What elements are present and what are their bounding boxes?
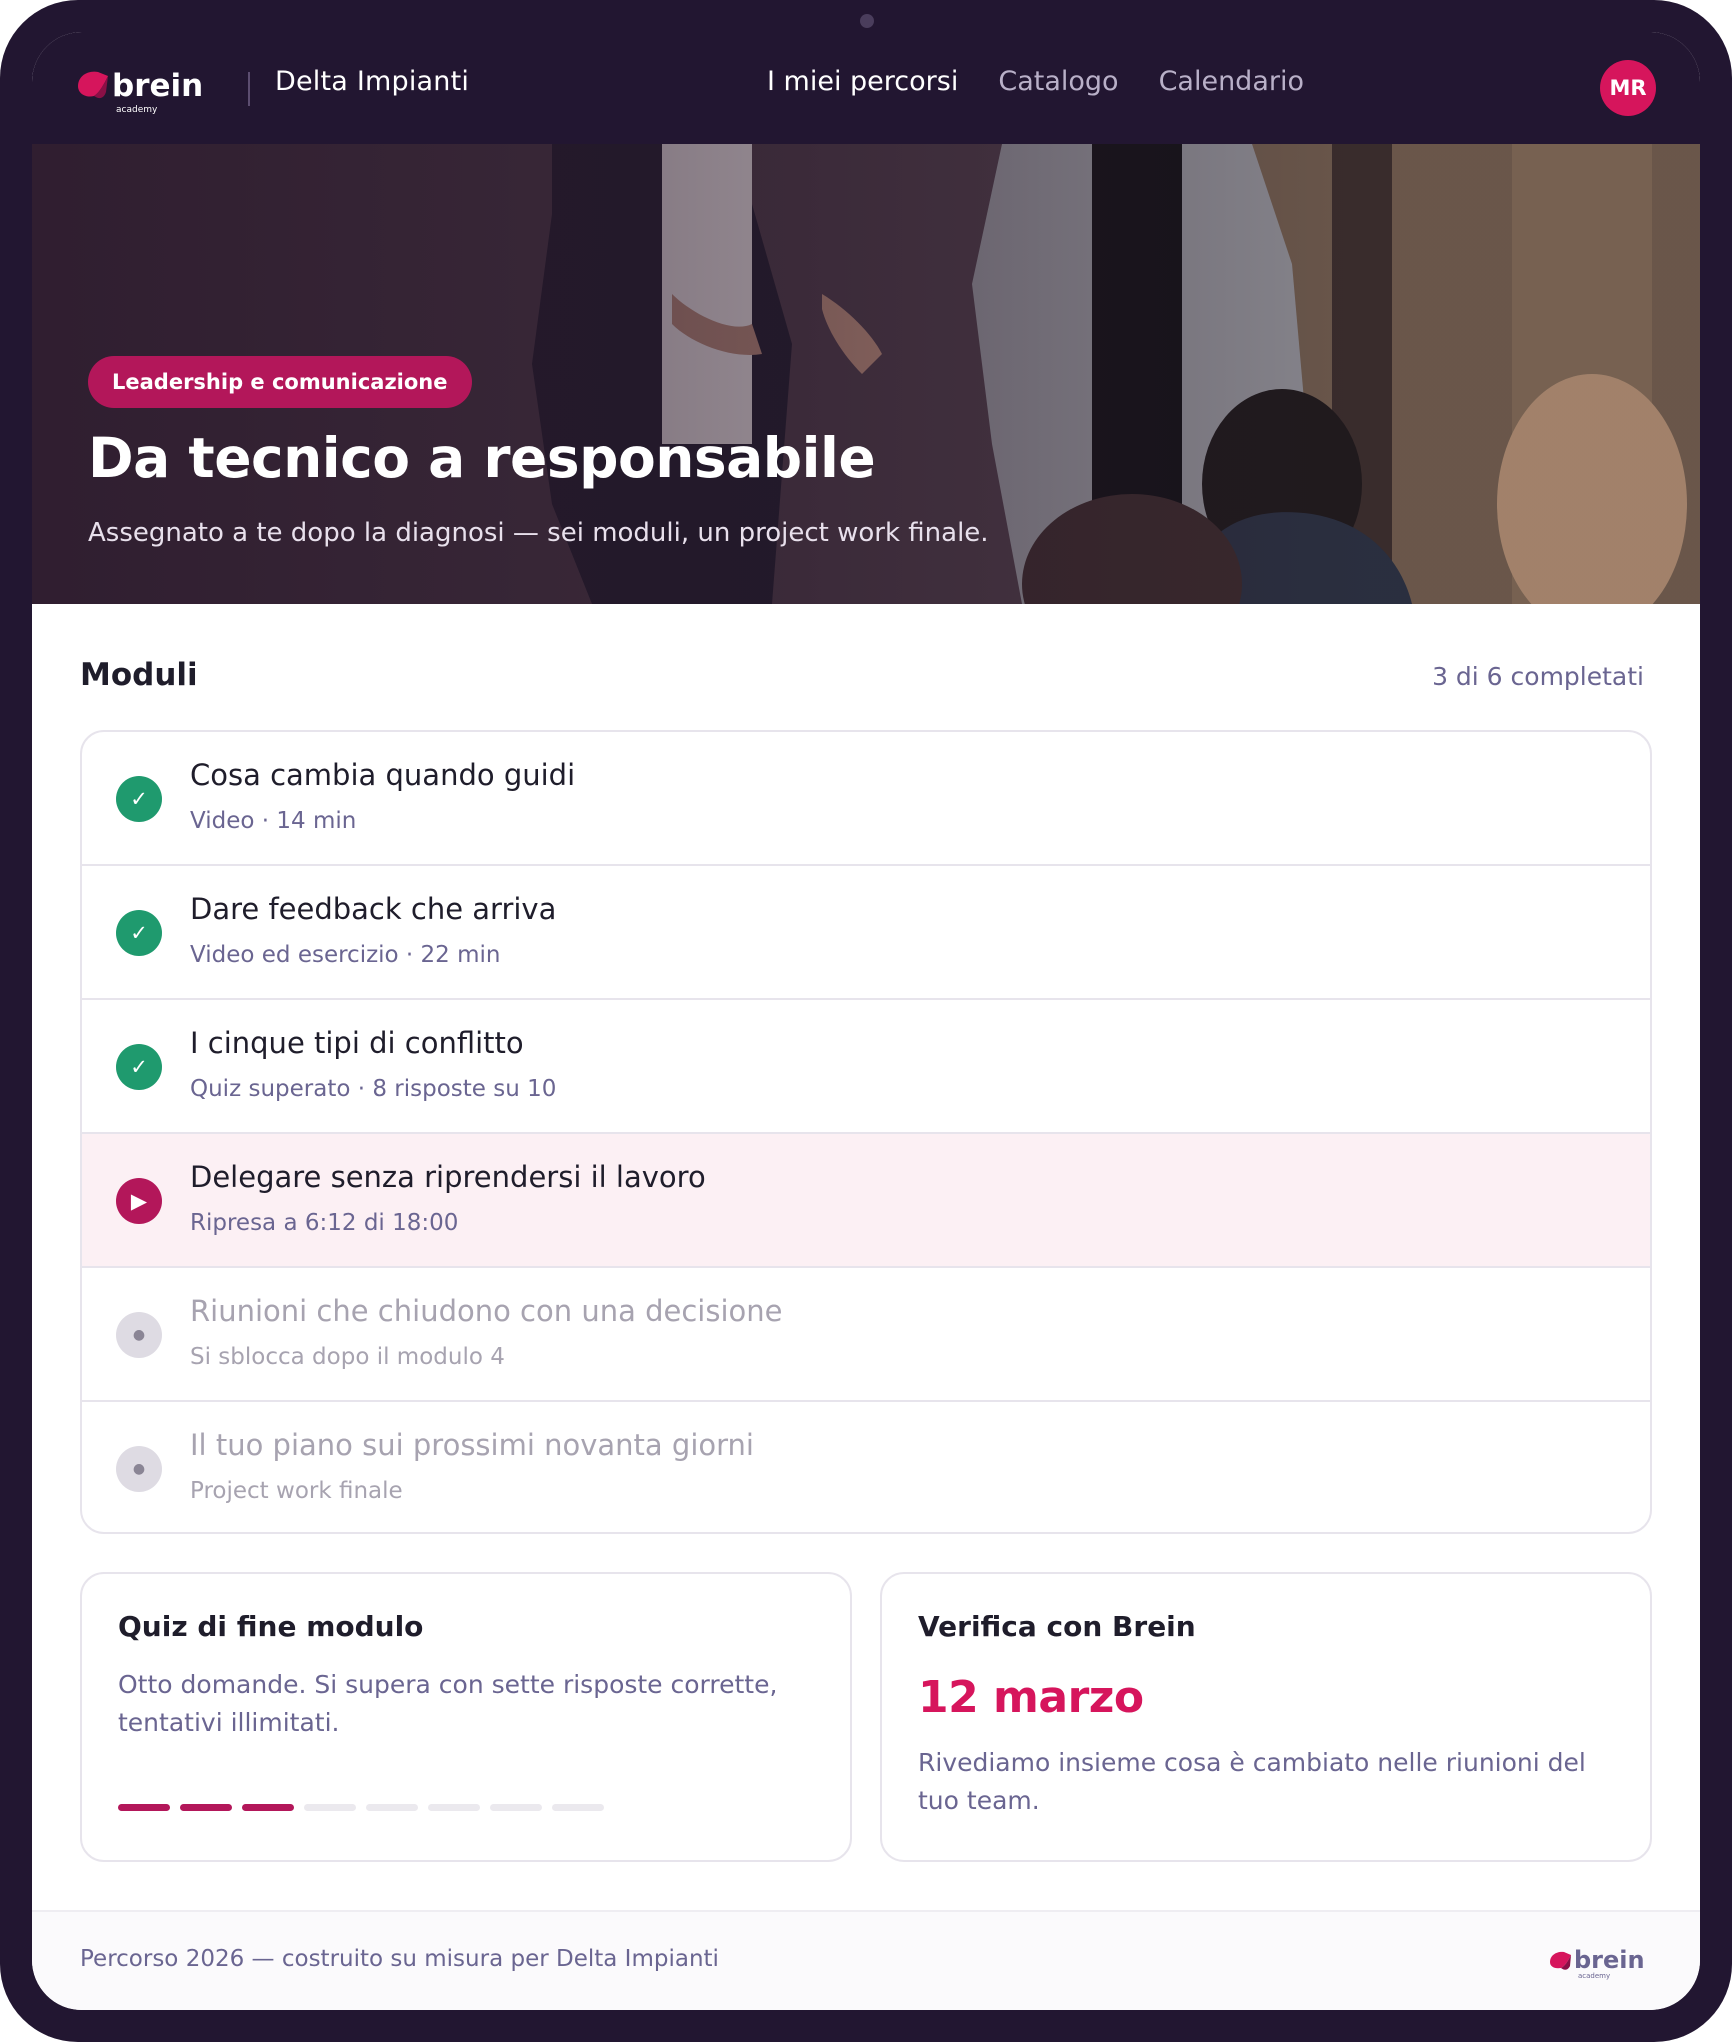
category-badge: Leadership e comunicazione (88, 356, 472, 408)
verify-card-title: Verifica con Brein (918, 1610, 1196, 1643)
verify-card[interactable]: Verifica con Brein 12 marzo Rivediamo in… (880, 1572, 1652, 1862)
progress-segment (428, 1804, 480, 1811)
tablet-frame: brein academy Delta Impianti I miei perc… (0, 0, 1732, 2042)
quiz-card[interactable]: Quiz di fine modulo Otto domande. Si sup… (80, 1572, 852, 1862)
module-meta: Project work finale (190, 1478, 403, 1504)
course-title: Da tecnico a responsabile (88, 426, 876, 490)
progress-segment (304, 1804, 356, 1811)
quiz-card-text: Otto domande. Si supera con sette rispos… (118, 1670, 778, 1737)
screen: brein academy Delta Impianti I miei perc… (32, 32, 1700, 2010)
module-meta: Video · 14 min (190, 808, 357, 834)
module-meta: Si sblocca dopo il modulo 4 (190, 1344, 505, 1370)
dot-icon: ● (116, 1446, 162, 1492)
footer-text: Percorso 2026 — costruito su misura per … (80, 1946, 719, 1972)
module-list: ✓ Cosa cambia quando guidi Video · 14 mi… (80, 730, 1652, 1534)
progress-segment (242, 1804, 294, 1811)
nav-catalog[interactable]: Catalogo (998, 66, 1118, 97)
module-title: Dare feedback che arriva (190, 892, 557, 926)
check-icon: ✓ (116, 910, 162, 956)
company-name: Delta Impianti (275, 66, 470, 97)
module-row-2[interactable]: ✓ Dare feedback che arriva Video ed eser… (82, 866, 1650, 1000)
module-title: Il tuo piano sui prossimi novanta giorni (190, 1428, 754, 1462)
module-row-4-current[interactable]: ▶ Delegare senza riprendersi il lavoro R… (82, 1134, 1650, 1268)
progress-segment (490, 1804, 542, 1811)
brand-subtext: academy (116, 105, 158, 114)
module-title: I cinque tipi di conflitto (190, 1026, 524, 1060)
footer-brand-wordmark: brein (1574, 1946, 1645, 1974)
module-title: Riunioni che chiudono con una decisione (190, 1294, 783, 1328)
module-row-1[interactable]: ✓ Cosa cambia quando guidi Video · 14 mi… (82, 732, 1650, 866)
module-meta: Video ed esercizio · 22 min (190, 942, 501, 968)
module-title: Cosa cambia quando guidi (190, 758, 576, 792)
nav-calendar[interactable]: Calendario (1159, 66, 1304, 97)
user-avatar[interactable]: MR (1600, 60, 1656, 116)
quiz-card-title: Quiz di fine modulo (118, 1610, 424, 1643)
progress-segment (366, 1804, 418, 1811)
module-meta: Quiz superato · 8 risposte su 10 (190, 1076, 557, 1102)
footer: Percorso 2026 — costruito su misura per … (32, 1910, 1700, 2010)
module-row-3[interactable]: ✓ I cinque tipi di conflitto Quiz supera… (82, 1000, 1650, 1134)
module-row-6-locked: ● Il tuo piano sui prossimi novanta gior… (82, 1402, 1650, 1532)
nav-my-paths[interactable]: I miei percorsi (767, 66, 958, 97)
verify-card-text: Rivediamo insieme cosa è cambiato nelle … (918, 1748, 1586, 1815)
module-meta: Ripresa a 6:12 di 18:00 (190, 1210, 459, 1236)
brand-wordmark: brein (112, 68, 203, 104)
dot-icon: ● (116, 1312, 162, 1358)
top-navigation-bar: brein academy Delta Impianti I miei perc… (32, 32, 1700, 144)
modules-heading: Moduli (80, 657, 198, 693)
progress-segment (180, 1804, 232, 1811)
brein-logo[interactable]: brein academy (74, 62, 226, 114)
footer-brand-subtext: academy (1578, 1972, 1610, 1980)
verify-date: 12 marzo (918, 1672, 1144, 1723)
footer-brein-logo[interactable]: brein academy (1548, 1940, 1654, 1980)
play-icon[interactable]: ▶ (116, 1178, 162, 1224)
progress-segment (552, 1804, 604, 1811)
module-title: Delegare senza riprendersi il lavoro (190, 1160, 706, 1194)
modules-progress-count: 3 di 6 completati (1432, 662, 1644, 691)
module-row-5-locked: ● Riunioni che chiudono con una decision… (82, 1268, 1650, 1402)
course-subtitle: Assegnato a te dopo la diagnosi — sei mo… (88, 518, 989, 548)
check-icon: ✓ (116, 776, 162, 822)
quiz-progress-bar (118, 1804, 604, 1811)
camera-dot (860, 14, 874, 28)
main-nav: I miei percorsi Catalogo Calendario (767, 66, 1304, 97)
logo-divider (248, 72, 250, 106)
progress-segment (118, 1804, 170, 1811)
check-icon: ✓ (116, 1044, 162, 1090)
hero-banner: Leadership e comunicazione Da tecnico a … (32, 144, 1700, 604)
